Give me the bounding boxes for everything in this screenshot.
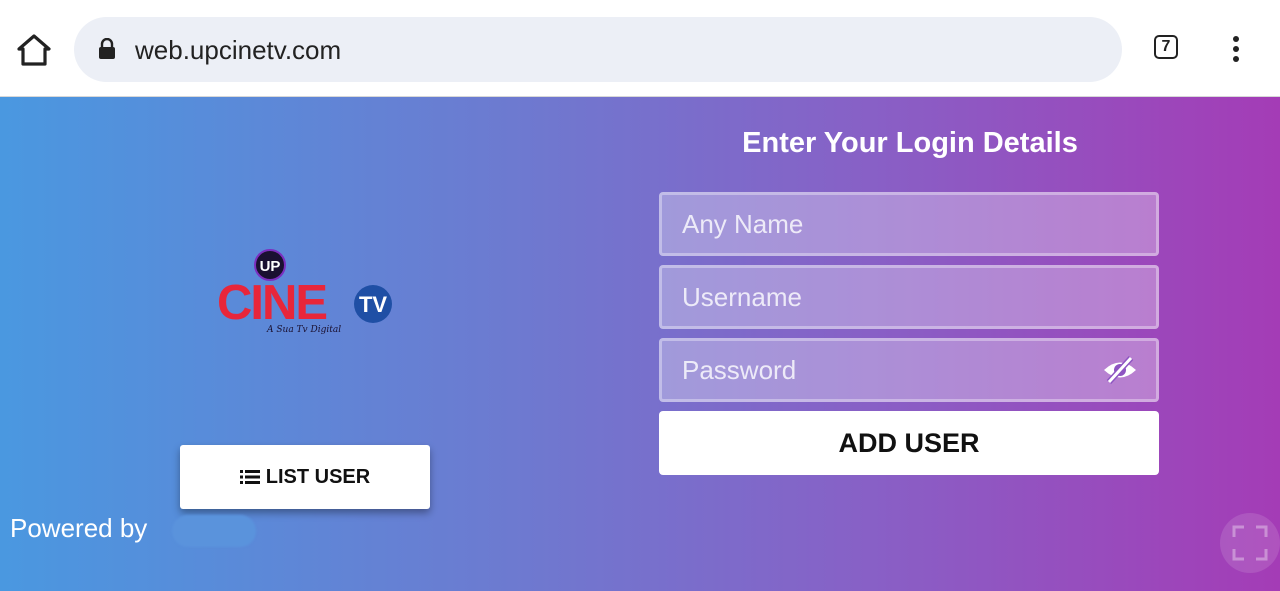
- home-icon[interactable]: [14, 30, 54, 70]
- address-bar[interactable]: web.upcinetv.com: [74, 17, 1122, 82]
- username-input[interactable]: [659, 265, 1159, 329]
- password-input[interactable]: [659, 338, 1159, 402]
- lock-icon: [99, 38, 115, 59]
- powered-by-text: Powered by: [10, 513, 148, 543]
- eye-slash-icon[interactable]: [1100, 355, 1140, 385]
- login-title: Enter Your Login Details: [742, 127, 1078, 159]
- svg-text:CINE: CINE: [217, 276, 326, 330]
- redacted-brand: [172, 515, 256, 547]
- more-vert-icon[interactable]: [1226, 36, 1246, 66]
- tab-switcher-button[interactable]: 7: [1154, 35, 1178, 59]
- browser-toolbar: web.upcinetv.com 7: [0, 0, 1280, 97]
- login-page: UP CINE TV A Sua Tv Digital LIST USER Po…: [0, 97, 1280, 591]
- add-user-button[interactable]: ADD USER: [659, 411, 1159, 475]
- svg-text:TV: TV: [359, 292, 387, 317]
- svg-text:UP: UP: [260, 258, 281, 275]
- list-user-label: LIST USER: [265, 465, 371, 488]
- list-icon: [239, 470, 260, 484]
- svg-text:A Sua Tv Digital: A Sua Tv Digital: [266, 325, 341, 335]
- url-text: web.upcinetv.com: [135, 35, 342, 65]
- upcinetv-logo: UP CINE TV A Sua Tv Digital: [217, 249, 392, 335]
- any-name-input[interactable]: [659, 192, 1159, 256]
- fullscreen-button[interactable]: [1220, 513, 1280, 573]
- fullscreen-icon: [1232, 525, 1268, 561]
- list-user-button[interactable]: LIST USER: [180, 445, 430, 509]
